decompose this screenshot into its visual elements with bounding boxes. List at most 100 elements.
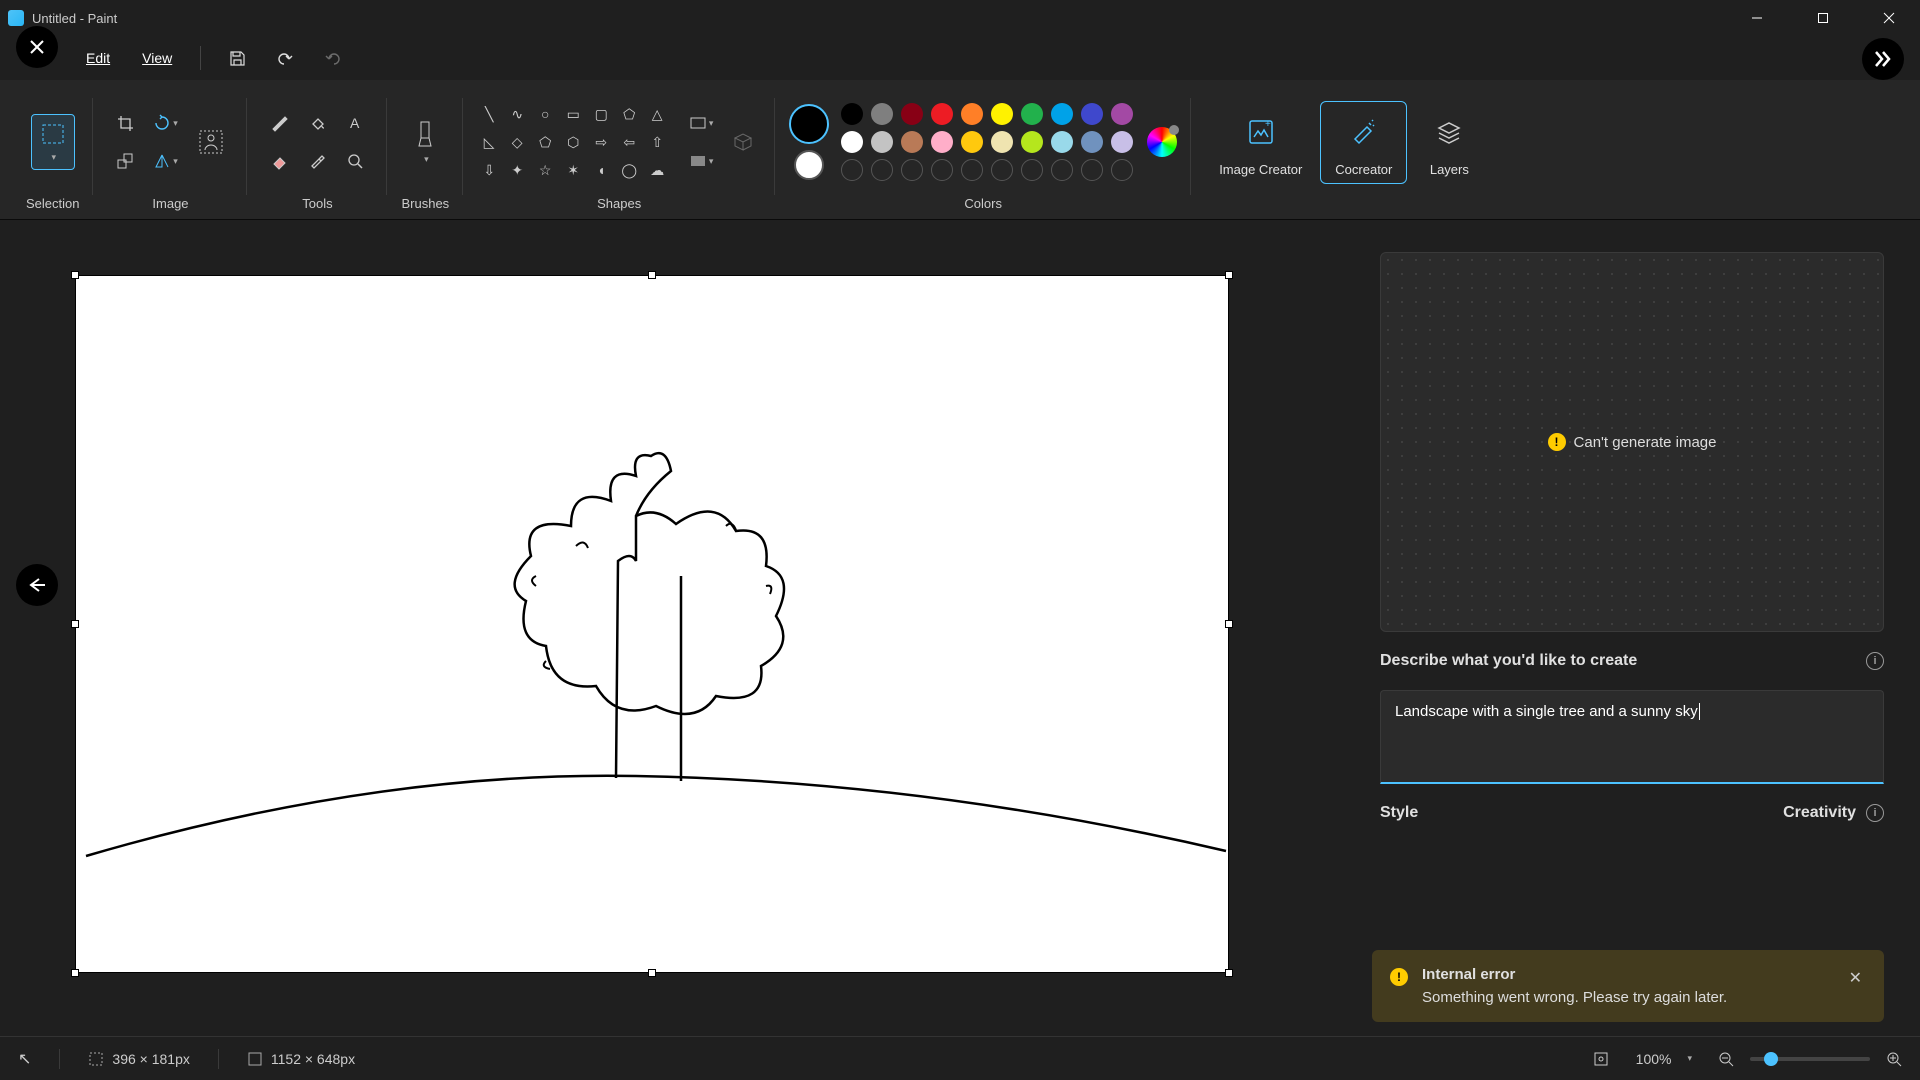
shape-3d[interactable]	[725, 124, 761, 160]
image-creator-button[interactable]: + Image Creator	[1205, 102, 1316, 183]
shape-6star[interactable]: ✶	[561, 158, 585, 182]
shapes-gallery[interactable]: ╲ ∿ ○ ▭ ▢ ⬠ △ ◺ ◇ ⬠ ⬡ ⇨ ⇦ ⇧ ⇩ ✦ ☆ ✶ ◖ ◯	[477, 102, 669, 182]
color-swatch-empty[interactable]	[1021, 159, 1043, 181]
toast-close-button[interactable]: ✕	[1845, 966, 1866, 990]
color-swatch[interactable]	[961, 131, 983, 153]
shape-arrow-up[interactable]: ⇧	[645, 130, 669, 154]
resize-tool[interactable]	[107, 143, 143, 179]
color-swatch-empty[interactable]	[991, 159, 1013, 181]
color-swatch[interactable]	[1081, 103, 1103, 125]
resize-handle[interactable]	[1225, 620, 1233, 628]
resize-handle[interactable]	[648, 271, 656, 279]
color-swatch[interactable]	[841, 131, 863, 153]
color-swatch[interactable]	[1051, 103, 1073, 125]
fill-tool[interactable]	[299, 105, 335, 141]
shape-oval-callout[interactable]: ◯	[617, 158, 641, 182]
shape-hexagon[interactable]: ⬡	[561, 130, 585, 154]
info-icon[interactable]: i	[1866, 652, 1884, 670]
color-swatch[interactable]	[901, 131, 923, 153]
crop-tool[interactable]	[107, 105, 143, 141]
color-swatch[interactable]	[991, 131, 1013, 153]
shape-rounded-callout[interactable]: ◖	[589, 158, 613, 182]
resize-handle[interactable]	[1225, 271, 1233, 279]
close-button[interactable]	[1866, 3, 1912, 33]
menu-view[interactable]: View	[132, 44, 182, 72]
color-swatch-empty[interactable]	[1111, 159, 1133, 181]
shape-curve[interactable]: ∿	[505, 102, 529, 126]
color-swatch-empty[interactable]	[1051, 159, 1073, 181]
flip-tool[interactable]: ▾	[147, 143, 183, 179]
overlay-back-button[interactable]	[16, 564, 58, 606]
background-remove-tool[interactable]	[189, 114, 233, 170]
color-swatch[interactable]	[1021, 103, 1043, 125]
color-swatch-empty[interactable]	[961, 159, 983, 181]
color-swatch[interactable]	[1021, 131, 1043, 153]
color-picker-icon[interactable]	[1147, 127, 1177, 157]
color-swatch[interactable]	[871, 103, 893, 125]
magnifier-tool[interactable]	[337, 143, 373, 179]
color-swatch[interactable]	[1051, 131, 1073, 153]
prompt-input[interactable]: Landscape with a single tree and a sunny…	[1380, 690, 1884, 784]
color-swatch[interactable]	[871, 131, 893, 153]
layers-button[interactable]: Layers	[1411, 102, 1487, 183]
cocreator-button[interactable]: Cocreator	[1320, 101, 1407, 184]
redo-icon[interactable]	[315, 40, 351, 76]
shape-polygon[interactable]: ⬠	[617, 102, 641, 126]
shape-line[interactable]: ╲	[477, 102, 501, 126]
minimize-button[interactable]	[1734, 3, 1780, 33]
shape-right-triangle[interactable]: ◺	[477, 130, 501, 154]
shape-oval[interactable]: ○	[533, 102, 557, 126]
shape-diamond[interactable]: ◇	[505, 130, 529, 154]
color-swatch-empty[interactable]	[901, 159, 923, 181]
color-swatch[interactable]	[931, 131, 953, 153]
overlay-next-button[interactable]	[1862, 38, 1904, 80]
save-icon[interactable]	[219, 40, 255, 76]
resize-handle[interactable]	[71, 969, 79, 977]
shape-triangle[interactable]: △	[645, 102, 669, 126]
overlay-close-button[interactable]	[16, 26, 58, 68]
zoom-in-button[interactable]	[1886, 1051, 1902, 1067]
color-primary[interactable]	[789, 104, 829, 144]
color-swatch-empty[interactable]	[841, 159, 863, 181]
color-swatch[interactable]	[931, 103, 953, 125]
shape-arrow-down[interactable]: ⇩	[477, 158, 501, 182]
resize-handle[interactable]	[1225, 969, 1233, 977]
color-swatch-empty[interactable]	[1081, 159, 1103, 181]
resize-handle[interactable]	[71, 620, 79, 628]
shape-fill[interactable]: ▾	[683, 143, 719, 179]
color-swatch[interactable]	[901, 103, 923, 125]
maximize-button[interactable]	[1800, 3, 1846, 33]
pencil-tool[interactable]	[261, 105, 297, 141]
resize-handle[interactable]	[648, 969, 656, 977]
color-swatch[interactable]	[1111, 103, 1133, 125]
shape-cloud-callout[interactable]: ☁	[645, 158, 669, 182]
color-swatch-empty[interactable]	[931, 159, 953, 181]
color-swatch[interactable]	[1111, 131, 1133, 153]
shape-4star[interactable]: ✦	[505, 158, 529, 182]
undo-icon[interactable]	[267, 40, 303, 76]
eyedropper-tool[interactable]	[299, 143, 335, 179]
selection-tool[interactable]: ▾	[31, 114, 75, 170]
brush-tool[interactable]: ▾	[403, 114, 447, 170]
zoom-select[interactable]: 100%▾	[1626, 1047, 1702, 1071]
rotate-tool[interactable]: ▾	[147, 105, 183, 141]
shape-roundrect[interactable]: ▢	[589, 102, 613, 126]
zoom-slider[interactable]	[1750, 1057, 1870, 1061]
color-swatch-empty[interactable]	[871, 159, 893, 181]
shape-arrow-left[interactable]: ⇦	[617, 130, 641, 154]
shape-outline[interactable]: ▾	[683, 105, 719, 141]
color-swatch[interactable]	[991, 103, 1013, 125]
color-swatch[interactable]	[841, 103, 863, 125]
shape-pentagon[interactable]: ⬠	[533, 130, 557, 154]
color-swatch[interactable]	[1081, 131, 1103, 153]
zoom-out-button[interactable]	[1718, 1051, 1734, 1067]
color-secondary[interactable]	[794, 150, 824, 180]
shape-5star[interactable]: ☆	[533, 158, 557, 182]
canvas[interactable]	[76, 276, 1228, 972]
eraser-tool[interactable]	[261, 143, 297, 179]
resize-handle[interactable]	[71, 271, 79, 279]
menu-edit[interactable]: Edit	[76, 44, 120, 72]
text-tool[interactable]: A	[337, 105, 373, 141]
shape-rect[interactable]: ▭	[561, 102, 585, 126]
shape-arrow-right[interactable]: ⇨	[589, 130, 613, 154]
